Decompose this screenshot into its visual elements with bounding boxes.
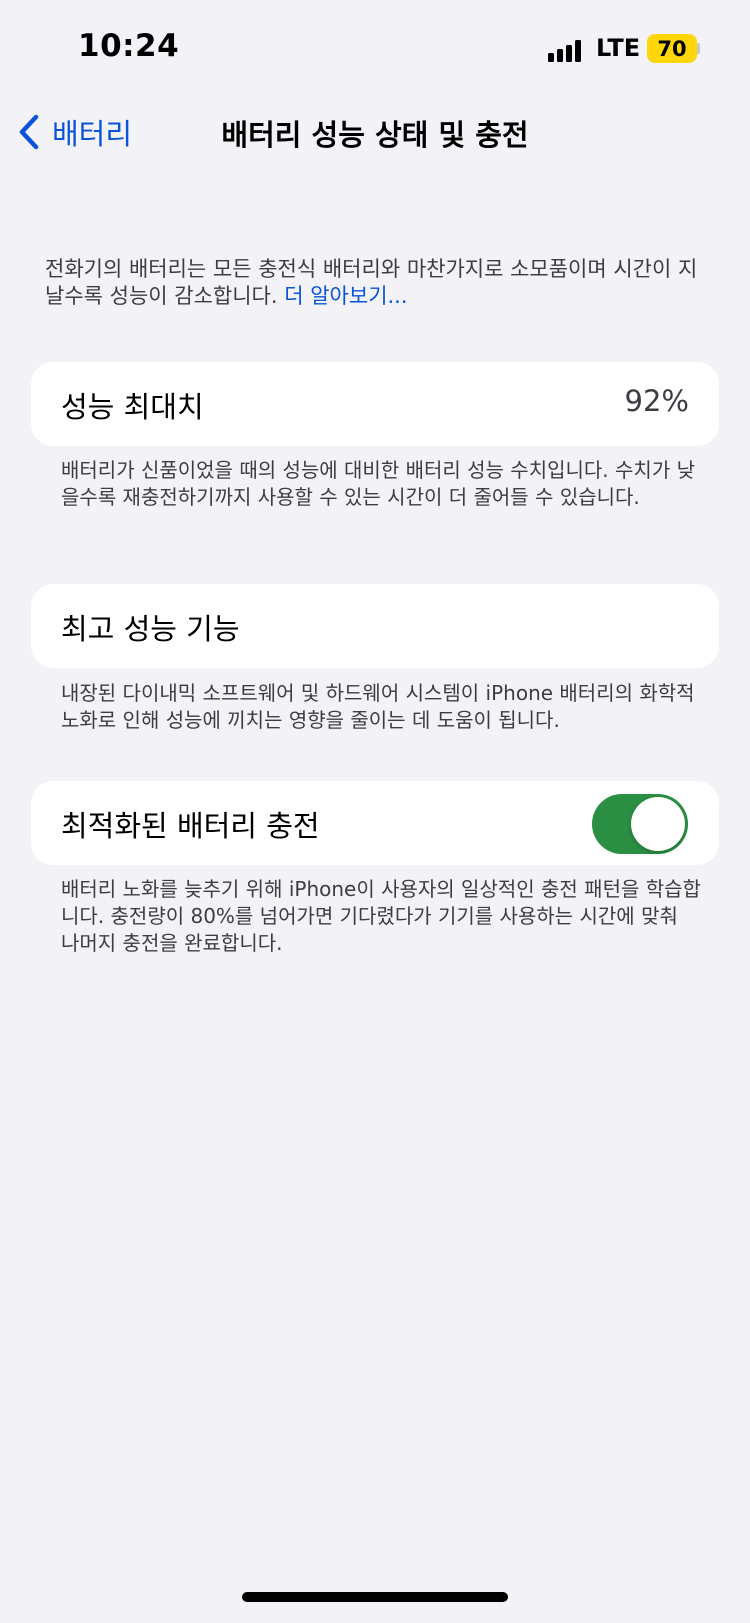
optimized-charging-row: 최적화된 배터리 충전 <box>31 781 719 865</box>
peak-performance-label: 최고 성능 기능 <box>61 612 240 646</box>
status-time: 10:24 <box>78 28 180 64</box>
page-title: 배터리 성능 상태 및 충전 <box>221 118 529 152</box>
maximum-capacity-label: 성능 최대치 <box>61 390 204 424</box>
peak-performance-footer: 내장된 다이내믹 소프트웨어 및 하드웨어 시스템이 iPhone 배터리의 화… <box>61 681 695 732</box>
home-indicator[interactable] <box>242 1592 508 1602</box>
toggle-knob <box>631 797 685 851</box>
maximum-capacity-footer: 배터리가 신품이었을 때의 성능에 대비한 배터리 성능 수치입니다. 수치가 … <box>61 458 695 509</box>
maximum-capacity-row: 성능 최대치 92% <box>31 362 719 446</box>
optimized-charging-footer: 배터리 노화를 늦추기 위해 iPhone이 사용자의 일상적인 충전 패턴을 … <box>61 877 701 955</box>
optimized-charging-label: 최적화된 배터리 충전 <box>61 809 320 843</box>
optimized-charging-toggle[interactable] <box>592 794 688 854</box>
navigation-bar: 배터리 배터리 성능 상태 및 충전 <box>0 100 750 164</box>
battery-icon: 70 <box>647 34 697 63</box>
learn-more-link[interactable]: 더 알아보기... <box>284 284 407 308</box>
status-bar: 10:24 LTE 70 <box>0 0 750 100</box>
maximum-capacity-value: 92% <box>624 384 689 418</box>
cellular-signal-icon <box>548 40 588 62</box>
battery-tip <box>697 43 700 54</box>
peak-performance-row: 최고 성능 기능 <box>31 584 719 668</box>
intro-description: 전화기의 배터리는 모든 충전식 배터리와 마찬가지로 소모품이며 시간이 지날… <box>45 256 710 310</box>
battery-level: 70 <box>657 36 687 61</box>
carrier-label: LTE <box>596 34 641 62</box>
